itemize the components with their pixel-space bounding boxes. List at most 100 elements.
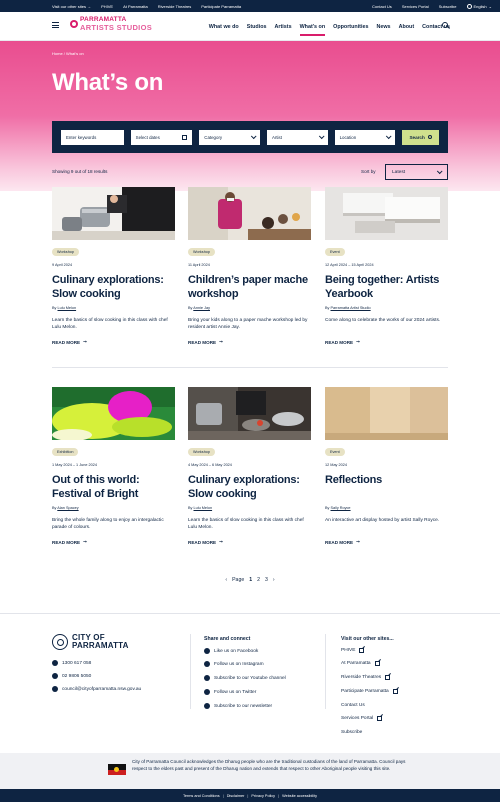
utility-link-phive[interactable]: PHIVE: [101, 4, 113, 9]
site-logo[interactable]: PARRAMATTA ARTISTS STUDIOS: [70, 16, 152, 31]
footer-link-participate[interactable]: Participate Parramatta: [341, 689, 398, 694]
event-title[interactable]: Children’s paper mache workshop: [188, 274, 311, 304]
aboriginal-flag-icon: [108, 764, 126, 775]
footer-logo-line2: PARRAMATTA: [72, 641, 129, 650]
prev-page-icon[interactable]: ‹: [225, 577, 227, 583]
page-3[interactable]: 3: [265, 577, 268, 583]
event-description: Learn the basics of slow cooking in this…: [52, 318, 168, 331]
utility-link-subscribe[interactable]: Subscribe: [439, 4, 457, 9]
disclaimer-link[interactable]: Disclaimer: [227, 794, 245, 798]
chevron-down-icon: [386, 133, 392, 140]
search-button[interactable]: Search: [402, 129, 439, 145]
nav-news[interactable]: News: [376, 22, 390, 32]
terms-link[interactable]: Terms and Conditions: [183, 794, 220, 798]
instagram-link[interactable]: Follow us on Instagram: [204, 661, 264, 667]
legal-bar: Terms and Conditions | Disclaimer | Priv…: [0, 789, 500, 802]
event-card[interactable]: Workshop 4 May 2024 – 6 May 2024 Culinar…: [188, 387, 311, 545]
event-title[interactable]: Reflections: [325, 474, 448, 504]
nav-what-we-do[interactable]: What we do: [209, 22, 239, 32]
event-description: Come along to celebrate the works of our…: [325, 318, 441, 323]
facebook-link[interactable]: Like us on Facebook: [204, 648, 258, 654]
menu-icon[interactable]: [52, 22, 59, 28]
event-author: By Parramatta Artist Studio: [325, 306, 371, 310]
newsletter-link[interactable]: Subscribe to our newsletter: [204, 703, 272, 709]
read-more-link[interactable]: READ MORE ➞: [325, 339, 448, 345]
breadcrumb[interactable]: Home / What's on: [52, 51, 84, 56]
category-tag: Workshop: [52, 248, 80, 256]
event-image: [325, 387, 448, 440]
page-2[interactable]: 2: [257, 577, 260, 583]
chevron-down-icon: ⌄: [488, 3, 492, 9]
event-description: An interactive art display hosted by art…: [325, 518, 440, 523]
footer-logo[interactable]: CITY OF PARRAMATTA: [52, 634, 129, 650]
utility-link-at-parramatta[interactable]: At Parramatta: [123, 4, 148, 9]
arrow-right-icon: ➞: [356, 539, 360, 544]
page-1[interactable]: 1: [249, 577, 252, 583]
footer-column-divider: [190, 634, 191, 709]
row-divider: [52, 367, 448, 368]
event-date: 11 April 2024: [188, 263, 210, 267]
footer-phone-1[interactable]: 1300 617 058: [52, 660, 91, 666]
event-card[interactable]: Event 12 May 2024 Reflections By Sally R…: [325, 387, 448, 545]
next-page-icon[interactable]: ›: [273, 577, 275, 583]
event-title[interactable]: Culinary explorations: Slow cooking: [188, 474, 311, 504]
event-card[interactable]: Exhibition 1 May 2024 – 1 June 2024 Out …: [52, 387, 175, 545]
chevron-down-icon: [436, 168, 443, 175]
share-heading: Share and connect: [204, 636, 251, 642]
read-more-link[interactable]: READ MORE ➞: [188, 339, 311, 345]
twitter-link[interactable]: Follow us on Twitter: [204, 689, 256, 695]
sort-select[interactable]: Latest: [385, 164, 448, 180]
nav-studios[interactable]: Studios: [247, 22, 267, 32]
footer-link-at-parramatta[interactable]: At Parramatta: [341, 661, 380, 666]
event-author: By Lulu Melon: [188, 506, 213, 510]
category-select[interactable]: Category: [199, 129, 260, 145]
search-icon[interactable]: [442, 22, 448, 28]
footer-link-riverside[interactable]: Riverside Theatres: [341, 675, 391, 680]
nav-about[interactable]: About: [399, 22, 415, 32]
event-card[interactable]: Workshop 9 April 2024 Culinary explorati…: [52, 187, 175, 345]
utility-link-contact[interactable]: Contact Us: [372, 4, 392, 9]
event-image: [188, 387, 311, 440]
nav-artists[interactable]: Artists: [275, 22, 292, 32]
language-select[interactable]: English ⌄: [466, 3, 492, 9]
footer-link-services[interactable]: Services Portal: [341, 716, 383, 721]
footer-column-divider: [325, 634, 326, 709]
event-card[interactable]: Workshop 11 April 2024 Children’s paper …: [188, 187, 311, 345]
event-description: Bring the whole family along to enjoy an…: [52, 518, 164, 531]
chevron-down-icon: [318, 133, 325, 140]
nav-opportunities[interactable]: Opportunities: [333, 22, 368, 32]
location-select[interactable]: Location: [334, 129, 396, 145]
footer-phone-2[interactable]: 02 9806 5050: [52, 673, 91, 679]
utility-link-riverside[interactable]: Riverside Theatres: [158, 4, 192, 9]
read-more-link[interactable]: READ MORE ➞: [188, 539, 311, 545]
read-more-link[interactable]: READ MORE ➞: [325, 539, 448, 545]
event-author: By Lulu Melon: [52, 306, 77, 310]
council-seal-icon: [52, 634, 68, 650]
event-card[interactable]: Event 12 April 2024 – 15 April 2024 Bein…: [325, 187, 448, 345]
site-header: PARRAMATTA ARTISTS STUDIOS What we do St…: [0, 12, 500, 41]
footer-email[interactable]: council@cityofparramatta.nsw.gov.au: [52, 686, 141, 692]
instagram-icon: [204, 661, 210, 667]
keywords-input[interactable]: Enter keywords: [61, 129, 124, 145]
event-author: By Annie Jay: [188, 306, 210, 310]
youtube-link[interactable]: Subscribe to our Youtube channel: [204, 675, 286, 681]
event-title[interactable]: Out of this world: Festival of Bright: [52, 474, 175, 504]
utility-link-services[interactable]: Services Portal: [402, 4, 429, 9]
privacy-link[interactable]: Privacy Policy: [251, 794, 275, 798]
read-more-link[interactable]: READ MORE ➞: [52, 539, 175, 545]
dates-input[interactable]: Select dates: [130, 129, 193, 145]
footer-link-contact[interactable]: Contact Us: [341, 703, 365, 708]
read-more-link[interactable]: READ MORE ➞: [52, 339, 175, 345]
nav-whats-on[interactable]: What's on: [299, 22, 325, 36]
phone-icon: [52, 673, 58, 679]
artist-select[interactable]: Artist: [266, 129, 328, 145]
logo-mark-icon: [70, 20, 78, 28]
event-title[interactable]: Culinary explorations: Slow cooking: [52, 274, 175, 304]
event-date: 12 April 2024 – 15 April 2024: [325, 263, 374, 267]
event-date: 9 April 2024: [52, 263, 73, 267]
event-title[interactable]: Being together: Artists Yearbook: [325, 274, 448, 304]
utility-link-participate[interactable]: Participate Parramatta: [201, 4, 241, 9]
accessibility-link[interactable]: Website accessibility: [282, 794, 317, 798]
footer-link-phive[interactable]: PHIVE: [341, 648, 365, 653]
footer-link-subscribe[interactable]: Subscribe: [341, 730, 362, 735]
